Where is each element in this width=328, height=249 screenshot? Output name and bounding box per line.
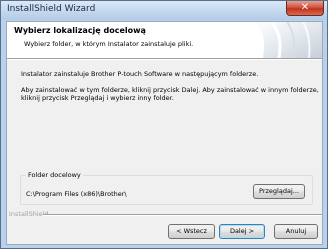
browse-button[interactable]: Przeglądaj... [253,184,305,199]
close-button[interactable]: ✕ [286,1,324,16]
close-icon: ✕ [300,2,310,13]
instruction-text-line1: Aby zainstalować w tym folderze, kliknij… [21,86,319,94]
destination-folder-group: Folder docelowy C:\Program Files (x86)\B… [20,171,313,205]
header-divider-highlight [7,59,322,60]
footer-divider-highlight [43,215,322,216]
instruction-text-line2: kliknij przycisk Przeglądaj i wybierz in… [21,94,174,102]
cancel-button[interactable]: Anuluj [274,224,318,239]
next-button[interactable]: Dalej > [219,224,265,239]
dialog-client-area: Wybierz lokalizację docelową Wybierz fol… [6,21,323,245]
wizard-header: Wybierz lokalizację docelową Wybierz fol… [7,22,322,58]
installshield-banner-art-icon [255,22,322,58]
destination-folder-path: C:\Program Files (x86)\Brother\ [26,190,127,198]
back-button[interactable]: < Wstecz [168,224,215,239]
title-bar[interactable]: InstallShield Wizard ✕ [1,1,327,20]
install-location-text: Instalator zainstaluje Brother P-touch S… [21,70,259,78]
window-title: InstallShield Wizard [7,4,96,14]
page-subtitle: Wybierz folder, w którym Instalator zain… [24,40,194,48]
page-title: Wybierz lokalizację docelową [14,26,146,35]
destination-folder-label: Folder docelowy [26,171,83,179]
installshield-wizard-window: InstallShield Wizard ✕ Wybierz lokalizac… [0,0,328,249]
